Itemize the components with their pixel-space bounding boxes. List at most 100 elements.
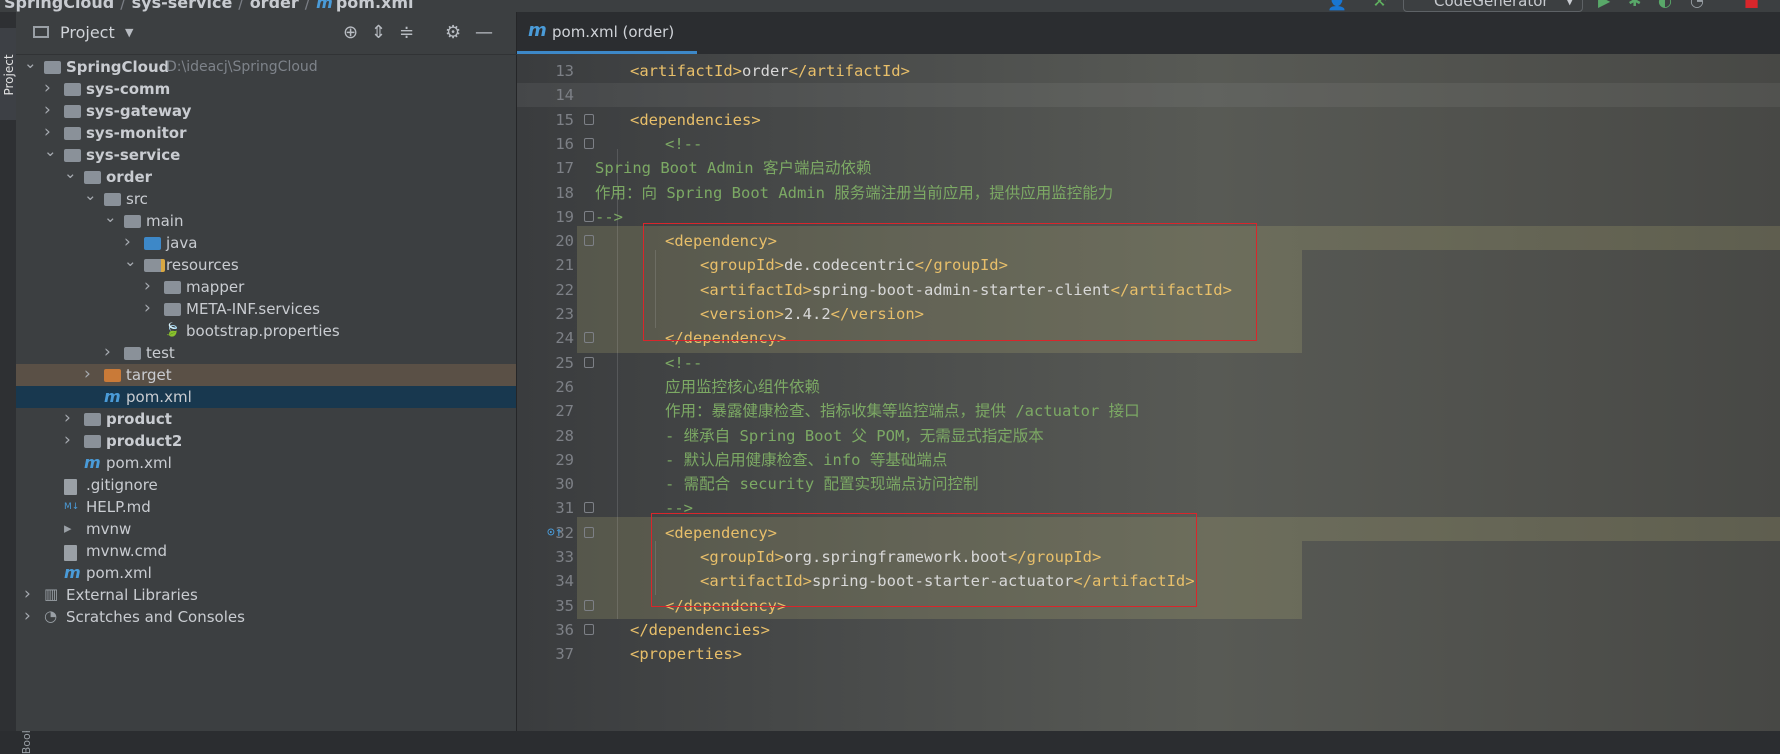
tree-item[interactable]: › product — [16, 408, 516, 430]
chevron-right-icon[interactable]: › — [144, 297, 158, 319]
run-icon[interactable]: ▶ — [1598, 0, 1610, 10]
tree-item-label: .gitignore — [86, 476, 158, 494]
stop-icon[interactable]: ■ — [1744, 0, 1759, 10]
chevron-right-icon[interactable]: › — [44, 99, 58, 121]
line-number: 14 — [555, 86, 574, 105]
breadcrumb-item[interactable]: SpringCloud — [4, 0, 114, 12]
chevron-down-icon[interactable]: ⌄ — [24, 52, 38, 74]
tree-item-label: pom.xml — [126, 388, 192, 406]
line-number: 22 — [555, 280, 574, 299]
tree-item[interactable]: M↓ HELP.md — [16, 496, 516, 518]
tree-item[interactable]: ⌄ sys-service — [16, 142, 516, 166]
file-icon — [64, 479, 77, 495]
fold-marker-icon[interactable] — [584, 235, 594, 247]
breadcrumb-item[interactable]: pom.xml — [336, 0, 414, 12]
chevron-right-icon[interactable]: › — [64, 429, 78, 451]
tree-item[interactable]: ⌄ resources — [16, 252, 516, 276]
tree-item[interactable]: ⌄ main — [16, 208, 516, 232]
chevron-right-icon[interactable]: › — [44, 77, 58, 99]
project-panel-title[interactable]: Project — [60, 23, 115, 42]
tab-pom-xml-order[interactable]: m pom.xml (order) — [517, 12, 697, 54]
tree-item[interactable]: › product2 — [16, 430, 516, 452]
tree-item[interactable]: .gitignore — [16, 474, 516, 496]
tree-item[interactable]: › sys-comm — [16, 78, 516, 100]
folder-icon — [64, 83, 81, 96]
tree-item[interactable]: ▸ mvnw — [16, 518, 516, 540]
tree-item[interactable]: › sys-gateway — [16, 100, 516, 122]
code-line: 25 <!-- — [517, 351, 1780, 375]
tree-item[interactable]: m pom.xml — [16, 452, 516, 474]
breadcrumb-item[interactable]: order — [250, 0, 299, 12]
chevron-right-icon[interactable]: › — [24, 605, 38, 627]
expand-all-icon[interactable]: ⇕ — [371, 22, 386, 43]
code-line: 28 - 继承自 Spring Boot 父 POM，无需显式指定版本 — [517, 424, 1780, 448]
breadcrumb: SpringCloud / sys-service / order / m pom.xml — [4, 0, 414, 12]
tree-item[interactable]: mvnw.cmd — [16, 540, 516, 562]
fold-marker-icon[interactable] — [584, 210, 594, 222]
chevron-down-icon[interactable]: ⌄ — [64, 162, 78, 184]
coverage-icon[interactable]: ◐ — [1658, 0, 1672, 10]
fold-marker-icon[interactable] — [584, 599, 594, 611]
code-line: 15 <dependencies> — [517, 108, 1780, 132]
tree-item[interactable]: m pom.xml — [16, 562, 516, 584]
chevron-right-icon[interactable]: › — [84, 363, 98, 385]
breadcrumb-separator: / — [238, 0, 244, 12]
tree-item[interactable]: › target — [16, 364, 516, 386]
chevron-right-icon[interactable]: › — [104, 341, 118, 363]
profile-icon[interactable]: ◔ — [1690, 0, 1704, 10]
build-hammer-icon[interactable]: ⚒ — [1372, 0, 1386, 10]
fold-marker-icon[interactable] — [584, 113, 594, 125]
tree-item[interactable]: ⌄ src — [16, 186, 516, 210]
project-tab-label: Project — [2, 54, 16, 96]
user-icon[interactable]: 👤 — [1327, 0, 1347, 11]
tree-item[interactable]: › test — [16, 342, 516, 364]
tree-item-label: sys-gateway — [86, 102, 192, 120]
override-marker-icon[interactable]: ⊙↑ — [547, 521, 563, 545]
tree-item[interactable]: › java — [16, 232, 516, 254]
fold-marker-icon[interactable] — [584, 526, 594, 538]
markdown-icon: M↓ — [64, 502, 80, 512]
chevron-down-icon[interactable]: ⌄ — [124, 250, 138, 272]
collapse-all-icon[interactable]: ≑ — [399, 22, 414, 43]
tree-item[interactable]: 🍃 bootstrap.properties — [16, 320, 516, 342]
tree-item[interactable]: › ◔ Scratches and Consoles — [16, 606, 516, 628]
code-text: <artifactId>order</artifactId> — [630, 59, 910, 83]
chevron-down-icon[interactable]: ▼ — [125, 26, 133, 39]
code-text: 作用：暴露健康检查、指标收集等监控端点，提供 /actuator 接口 — [665, 399, 1140, 423]
breadcrumb-item[interactable]: sys-service — [132, 0, 233, 12]
tree-item-label: sys-service — [86, 146, 181, 164]
tree-item[interactable]: m pom.xml — [16, 386, 516, 408]
fold-marker-icon[interactable] — [584, 623, 594, 635]
line-number: 25 — [555, 353, 574, 372]
tree-item[interactable]: › mapper — [16, 276, 516, 298]
chevron-down-icon[interactable]: ⌄ — [104, 206, 118, 228]
tree-item-label: pom.xml — [106, 454, 172, 472]
run-config-label: CodeGenerator — [1434, 0, 1549, 10]
run-configuration-selector[interactable]: CodeGenerator ▼ — [1403, 0, 1583, 12]
tree-item[interactable]: › META-INF.services — [16, 298, 516, 320]
tree-item[interactable]: › sys-monitor — [16, 122, 516, 144]
fold-marker-icon[interactable] — [584, 332, 594, 344]
locate-file-icon[interactable]: ⊕ — [343, 22, 358, 43]
minimize-icon[interactable]: — — [475, 22, 493, 43]
chevron-right-icon[interactable]: › — [24, 583, 38, 605]
project-tool-tab[interactable]: Project — [0, 28, 16, 120]
tree-item[interactable]: › ▥ External Libraries — [16, 584, 516, 606]
code-text: - 继承自 Spring Boot 父 POM，无需显式指定版本 — [665, 424, 1044, 448]
maven-icon: m — [84, 453, 101, 472]
chevron-right-icon[interactable]: › — [144, 275, 158, 297]
fold-marker-icon[interactable] — [584, 356, 594, 368]
chevron-down-icon[interactable]: ⌄ — [84, 184, 98, 206]
chevron-down-icon[interactable]: ⌄ — [44, 140, 58, 162]
tree-item[interactable]: ⌄ SpringCloud D:\ideacj\SpringCloud — [16, 54, 516, 78]
left-tool-strip: Project Bookmarks — [0, 12, 33, 754]
fold-marker-icon[interactable] — [584, 137, 594, 149]
gear-icon[interactable]: ⚙ — [445, 22, 461, 43]
debug-icon[interactable]: ✱ — [1628, 0, 1641, 10]
fold-marker-icon[interactable] — [584, 502, 594, 514]
xml-comment: --> — [595, 207, 623, 226]
folder-icon — [64, 105, 81, 118]
folder-icon — [64, 127, 81, 140]
code-view[interactable]: 13 <artifactId>order</artifactId> 14 15 <dep… — [517, 54, 1780, 731]
chevron-right-icon[interactable]: › — [64, 407, 78, 429]
